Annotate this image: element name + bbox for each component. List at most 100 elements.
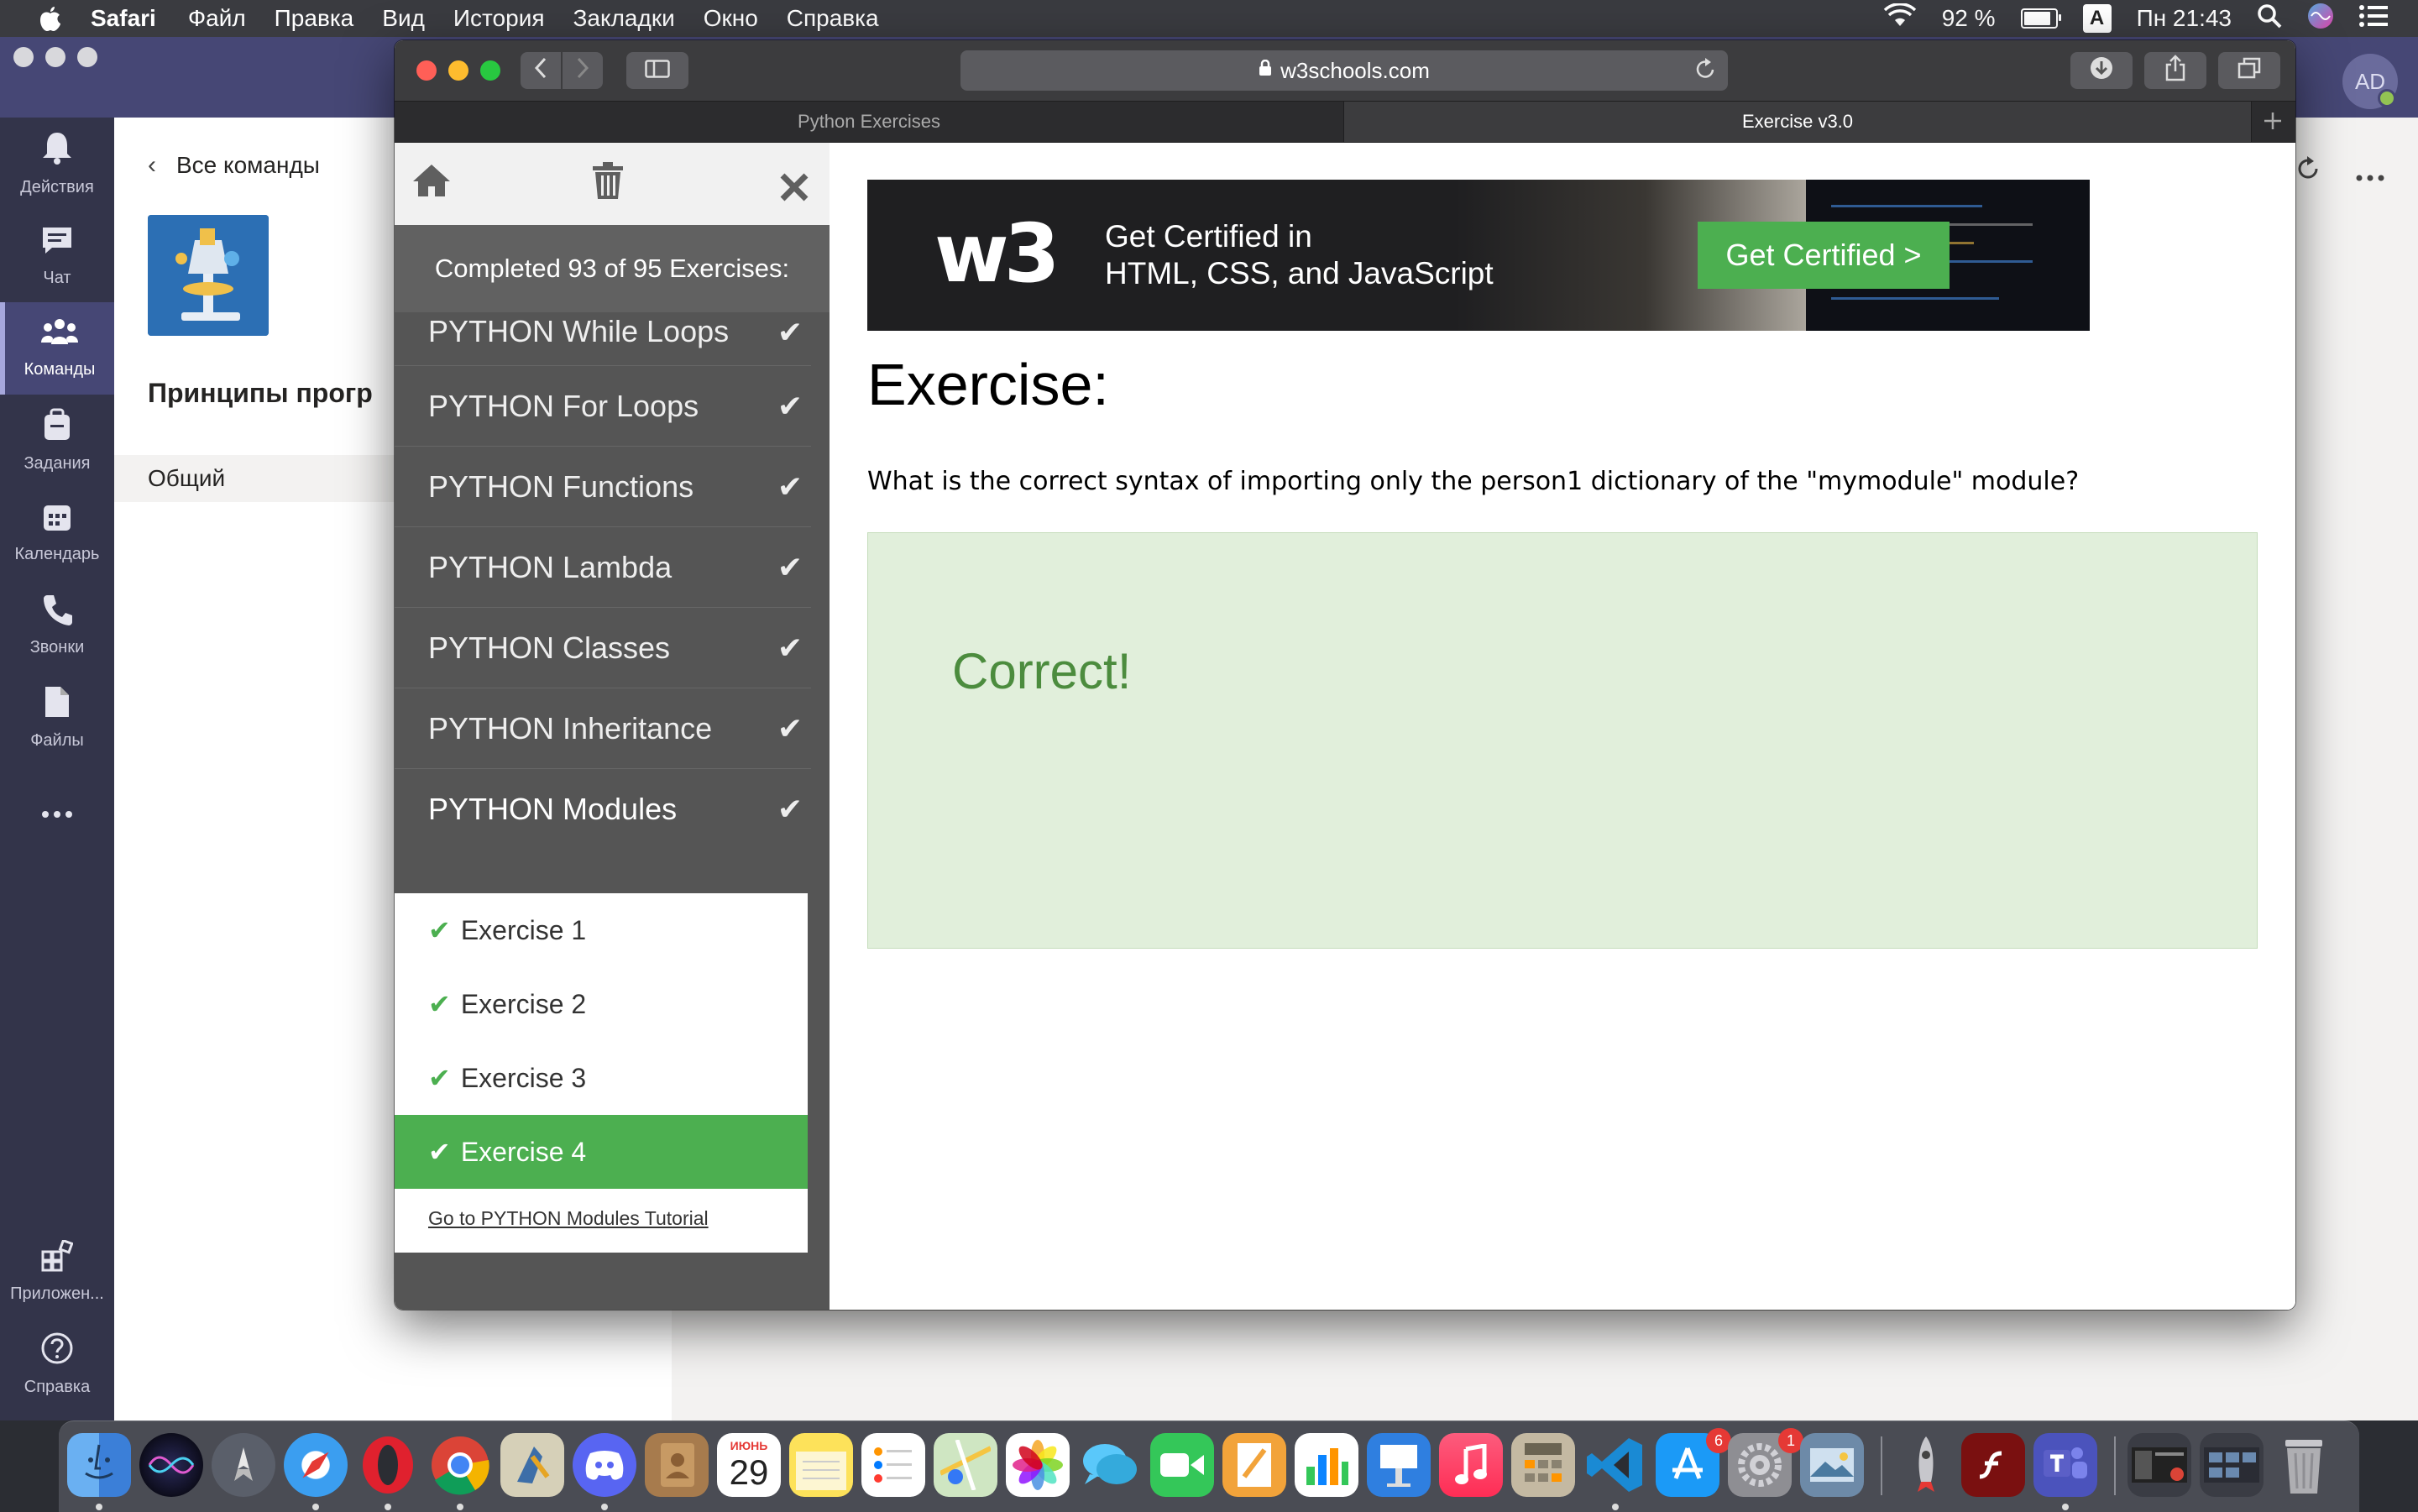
exercise-item-2[interactable]: ✔ Exercise 2 [395, 967, 808, 1041]
finder-icon[interactable] [67, 1433, 131, 1497]
back-button[interactable] [521, 52, 561, 89]
menubar: Safari Файл Правка Вид История Закладки … [0, 0, 2418, 37]
tab-overview-button[interactable] [2218, 52, 2280, 89]
share-button[interactable] [2144, 52, 2206, 89]
topic-inheritance[interactable]: PYTHON Inheritance ✔ [395, 688, 811, 769]
sidebar-toggle-button[interactable] [626, 52, 688, 89]
image-capture-icon[interactable] [1800, 1433, 1864, 1497]
contacts-icon[interactable] [645, 1433, 709, 1497]
topic-while-loops[interactable]: PYTHON While Loops ✔ [395, 312, 811, 366]
rocket-typist-icon[interactable] [1894, 1433, 1958, 1497]
tab-python-exercises[interactable]: Python Exercises [395, 102, 1343, 142]
safari-dock-icon[interactable] [284, 1433, 348, 1497]
rail-item-assignments[interactable]: Задания [0, 395, 114, 487]
clock[interactable]: Пн 21:43 [2137, 5, 2232, 32]
menu-window[interactable]: Окно [704, 5, 758, 32]
topic-modules[interactable]: PYTHON Modules ✔ [395, 769, 811, 850]
opera-icon[interactable] [356, 1433, 420, 1497]
battery-percent[interactable]: 92 % [1942, 5, 1996, 32]
music-icon[interactable] [1439, 1433, 1503, 1497]
menu-history[interactable]: История [453, 5, 545, 32]
tab-exercise-v3[interactable]: Exercise v3.0 [1343, 102, 2252, 142]
menu-app-safari[interactable]: Safari [91, 5, 156, 32]
rail-item-activity[interactable]: Действия [0, 118, 114, 210]
team-name[interactable]: Принципы прогр [148, 378, 373, 409]
maps-icon[interactable] [934, 1433, 997, 1497]
rail-item-help[interactable]: Справка [0, 1318, 114, 1410]
messages-icon[interactable] [1078, 1433, 1142, 1497]
topic-lambda[interactable]: PYTHON Lambda ✔ [395, 527, 811, 608]
menu-edit[interactable]: Правка [275, 5, 354, 32]
forward-button[interactable] [563, 52, 603, 89]
close-window-button[interactable] [416, 60, 437, 81]
teams-minimize-button[interactable] [45, 47, 65, 67]
refresh-icon[interactable] [2294, 154, 2322, 191]
topic-for-loops[interactable]: PYTHON For Loops ✔ [395, 366, 811, 447]
facetime-icon[interactable] [1150, 1433, 1214, 1497]
recent-window-thumbnail[interactable] [2128, 1433, 2191, 1497]
apple-menu-icon[interactable] [34, 0, 67, 37]
reminders-icon[interactable] [861, 1433, 925, 1497]
wifi-icon[interactable] [1883, 2, 1917, 34]
input-source-indicator[interactable]: A [2082, 4, 2112, 33]
trash-icon[interactable] [591, 161, 625, 210]
zoom-window-button[interactable] [480, 60, 500, 81]
vscode-icon[interactable] [1583, 1433, 1647, 1497]
exercise-item-1[interactable]: ✔ Exercise 1 [395, 893, 808, 967]
help-icon [40, 1332, 74, 1373]
minimize-window-button[interactable] [448, 60, 468, 81]
more-options-icon[interactable] [2356, 154, 2384, 191]
topic-label: PYTHON For Loops [428, 388, 699, 423]
topic-classes[interactable]: PYTHON Classes ✔ [395, 608, 811, 688]
rail-item-teams[interactable]: Команды [0, 302, 114, 395]
close-icon[interactable] [779, 166, 809, 212]
rail-item-apps[interactable]: Приложен... [0, 1226, 114, 1318]
calculator-icon[interactable] [1511, 1433, 1575, 1497]
back-to-all-teams[interactable]: ‹ Все команды [148, 151, 320, 180]
menu-help[interactable]: Справка [787, 5, 879, 32]
preview-icon[interactable] [500, 1433, 564, 1497]
menu-view[interactable]: Вид [382, 5, 425, 32]
notification-center-icon[interactable] [2359, 4, 2388, 34]
flash-player-icon[interactable] [1961, 1433, 2025, 1497]
rail-item-files[interactable]: Файлы [0, 672, 114, 764]
calendar-app-icon[interactable]: ИЮНЬ 29 [717, 1433, 781, 1497]
tutorial-link[interactable]: Go to PYTHON Modules Tutorial [395, 1207, 808, 1230]
channel-label: Общий [148, 465, 226, 491]
rail-item-chat[interactable]: Чат [0, 210, 114, 302]
menu-bookmarks[interactable]: Закладки [573, 5, 675, 32]
avatar[interactable]: AD [2342, 54, 2398, 109]
rail-item-calls[interactable]: Звонки [0, 579, 114, 672]
microsoft-teams-icon[interactable] [2033, 1433, 2097, 1497]
topic-functions[interactable]: PYTHON Functions ✔ [395, 447, 811, 527]
certification-banner[interactable]: w3 Get Certified in HTML, CSS, and JavaS… [867, 180, 2090, 331]
siri-icon[interactable] [139, 1433, 203, 1497]
exercise-item-4[interactable]: ✔ Exercise 4 [395, 1115, 808, 1189]
new-tab-button[interactable] [2250, 102, 2295, 142]
downloads-stack-icon[interactable] [2200, 1433, 2264, 1497]
get-certified-button[interactable]: Get Certified > [1698, 222, 1950, 289]
reload-icon[interactable] [1694, 57, 1716, 86]
keynote-icon[interactable] [1367, 1433, 1431, 1497]
siri-icon[interactable] [2307, 3, 2334, 35]
checkmark-icon: ✔ [777, 388, 803, 423]
pages-icon[interactable] [1222, 1433, 1286, 1497]
teams-zoom-button[interactable] [77, 47, 97, 67]
discord-icon[interactable] [573, 1433, 636, 1497]
exercise-item-3[interactable]: ✔ Exercise 3 [395, 1041, 808, 1115]
home-icon[interactable] [411, 161, 452, 208]
address-bar[interactable]: w3schools.com [960, 50, 1728, 91]
menu-file[interactable]: Файл [188, 5, 246, 32]
notes-icon[interactable] [789, 1433, 853, 1497]
downloads-button[interactable] [2070, 52, 2133, 89]
chrome-icon[interactable] [428, 1433, 492, 1497]
spotlight-search-icon[interactable] [2257, 3, 2282, 34]
rail-more-button[interactable] [0, 764, 114, 856]
numbers-icon[interactable] [1295, 1433, 1358, 1497]
trash-icon[interactable] [2272, 1433, 2336, 1497]
teams-close-button[interactable] [13, 47, 34, 67]
battery-icon[interactable] [2020, 8, 2061, 29]
photos-icon[interactable] [1006, 1433, 1070, 1497]
rail-item-calendar[interactable]: Календарь [0, 487, 114, 579]
launchpad-icon[interactable] [212, 1433, 275, 1497]
